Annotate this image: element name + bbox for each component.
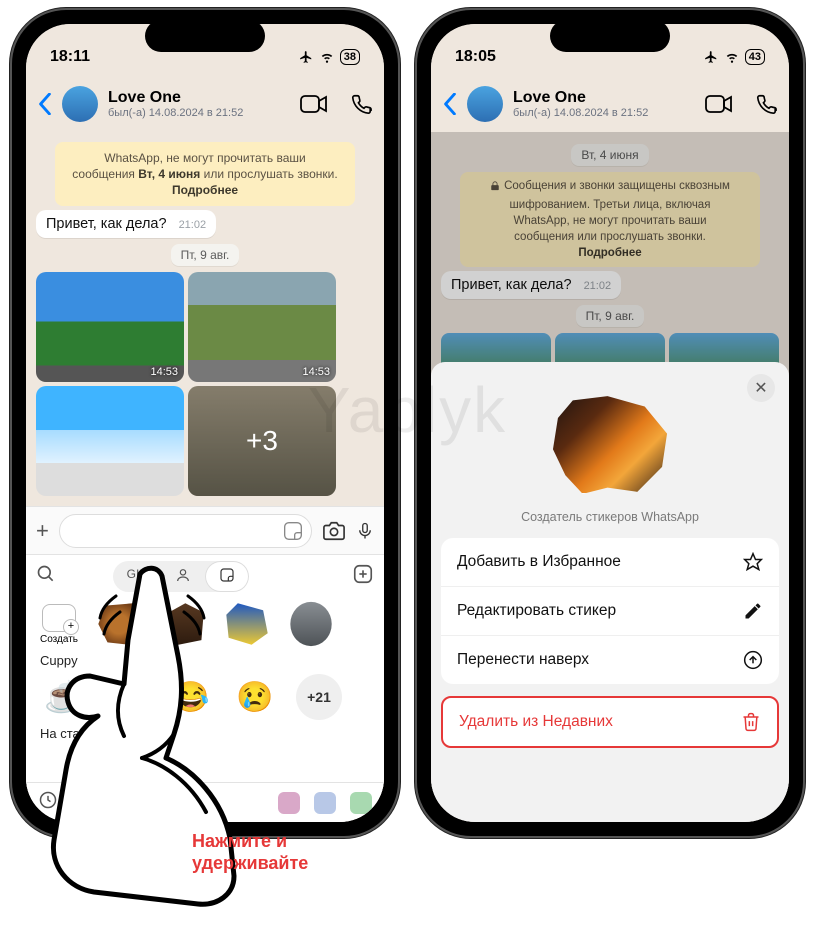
menu-move-up[interactable]: Перенести наверх [441,636,779,684]
sheet-close-button[interactable]: ✕ [747,374,775,402]
menu-add-favorite[interactable]: Добавить в Избранное [441,538,779,587]
star-icon [743,552,763,572]
media-item-more[interactable]: +3 [188,386,336,496]
message-time: 21:02 [179,219,207,231]
sticker-create-shortcut[interactable] [352,563,374,590]
menu-delete-recent[interactable]: Удалить из Недавних [443,698,777,746]
arrow-up-circle-icon [743,650,763,670]
sticker-cup[interactable]: ☕ [40,674,86,720]
sticker-pack-name-2: На старт, внима [26,724,384,743]
media-item[interactable] [36,386,184,496]
status-time: 18:05 [455,48,496,66]
sticker-search-button[interactable] [36,564,56,589]
camera-button[interactable] [322,520,346,542]
airplane-icon [703,50,719,64]
wifi-icon [724,50,740,64]
voice-call-button[interactable] [350,93,372,115]
favorites-tab[interactable] [72,790,92,815]
sheet-caption: Создатель стикеров WhatsApp [441,510,779,524]
menu-label: Перенести наверх [457,651,589,669]
sticker-cup-cry[interactable]: 😂 [168,674,214,720]
status-time: 18:11 [50,48,90,66]
pack-thumb[interactable] [314,792,336,814]
menu-label: Удалить из Недавних [459,713,613,731]
mic-button[interactable] [356,519,374,543]
sticker-seal[interactable] [288,601,334,647]
banner-text: сообщения [72,167,135,181]
menu-label: Редактировать стикер [457,602,616,620]
sticker-panel: GIF Создать [26,554,384,822]
back-button[interactable] [38,93,52,115]
airplane-icon [298,50,314,64]
recent-tab[interactable] [38,790,58,815]
back-button[interactable] [443,93,457,115]
chat-last-seen: был(-а) 14.08.2024 в 21:52 [108,107,290,119]
chat-header: Love One был(-а) 14.08.2024 в 21:52 [26,76,384,132]
sheet-sticker-preview [540,384,680,504]
seg-avatar[interactable] [161,561,205,592]
battery-level: 38 [340,49,360,65]
menu-edit-sticker[interactable]: Редактировать стикер [441,587,779,636]
sticker-bison[interactable] [96,601,142,647]
trash-icon [741,712,761,732]
sticker-parrot[interactable] [224,601,270,647]
sticker-bottom-bar [26,782,384,822]
banner-text: WhatsApp, не могут прочитать ваши [104,151,305,165]
video-call-button[interactable] [705,94,733,114]
chat-title[interactable]: Love One [108,89,290,107]
pack-thumb[interactable] [106,792,128,814]
seg-gif[interactable]: GIF [113,561,161,592]
sticker-pack-name: Cuppy [26,651,384,670]
sticker-cup-love[interactable]: 😍 [104,674,150,720]
avatar[interactable] [467,86,503,122]
banner-date: Вт, 4 июня [138,167,200,181]
attach-button[interactable]: + [36,518,49,544]
wifi-icon [319,50,335,64]
media-item[interactable]: 14:53 [36,272,184,382]
pack-thumb[interactable] [278,792,300,814]
avatar[interactable] [62,86,98,122]
incoming-message[interactable]: Привет, как дела? 21:02 [36,210,216,238]
create-label: Создать [40,634,78,645]
voice-call-button[interactable] [755,93,777,115]
seg-sticker[interactable] [205,561,249,592]
banner-text: или прослушать звонки. [204,167,338,181]
create-frame-icon [42,604,76,632]
menu-label: Добавить в Избранное [457,553,621,571]
pack-thumb[interactable] [350,792,372,814]
sticker-inline-icon[interactable] [283,521,303,546]
sheet-menu: Добавить в Избранное Редактировать стике… [441,538,779,684]
sticker-sheet: ✕ Создатель стикеров WhatsApp Добавить в… [431,362,789,822]
phone-left: 18:11 38 Love One был(-а) 14.08.2024 в 2… [10,8,400,838]
dynamic-island [550,20,670,52]
sticker-type-segment[interactable]: GIF [113,561,249,592]
video-call-button[interactable] [300,94,328,114]
date-pill: Пт, 9 авг. [171,244,240,266]
media-time: 14:53 [150,366,178,378]
message-input-bar: + [26,506,384,554]
banner-link[interactable]: Подробнее [172,183,238,197]
phone-right: 18:05 43 Love One был(-а) 14.08.2024 в 2… [415,8,805,838]
media-album[interactable]: 14:53 14:53 +3 [36,272,336,496]
sticker-horse[interactable] [160,601,206,647]
media-item[interactable]: 14:53 [188,272,336,382]
media-more-count: +3 [188,386,336,496]
chat-header: Love One был(-а) 14.08.2024 в 21:52 [431,76,789,132]
media-time: 14:53 [302,366,330,378]
create-sticker-button[interactable]: Создать [40,604,78,645]
message-input[interactable] [59,514,312,548]
chat-title[interactable]: Love One [513,89,695,107]
sheet-menu-danger: Удалить из Недавних [441,696,779,748]
encryption-banner[interactable]: WhatsApp, не могут прочитать ваши сообще… [55,142,355,206]
sticker-more-count[interactable]: +21 [296,674,342,720]
chat-last-seen: был(-а) 14.08.2024 в 21:52 [513,107,695,119]
pack-thumb[interactable] [142,792,164,814]
battery-level: 43 [745,49,765,65]
message-text: Привет, как дела? [46,216,167,232]
pencil-icon [743,601,763,621]
sticker-cup-sad[interactable]: 😢 [232,674,278,720]
dynamic-island [145,20,265,52]
